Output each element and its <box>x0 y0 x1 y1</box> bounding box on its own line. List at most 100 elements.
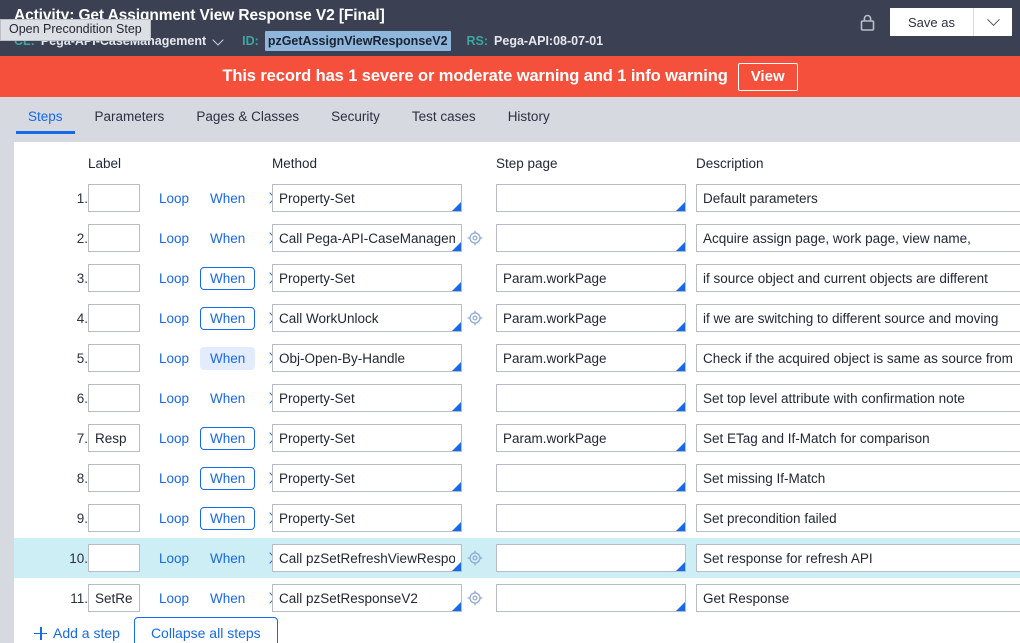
loop-button[interactable]: Loop <box>156 187 192 210</box>
step-page-input[interactable] <box>496 304 686 332</box>
step-label-input[interactable] <box>88 544 140 572</box>
lock-icon[interactable] <box>854 9 880 35</box>
step-number: 8. <box>76 470 88 486</box>
step-label-input[interactable] <box>88 224 140 252</box>
step-page-input[interactable] <box>496 184 686 212</box>
when-button[interactable]: When <box>200 266 256 290</box>
tab-history[interactable]: History <box>492 109 566 134</box>
step-controls-cell: Loop When <box>150 418 272 458</box>
step-label-input[interactable] <box>88 264 140 292</box>
step-description-input[interactable] <box>696 504 1020 532</box>
target-icon[interactable] <box>467 310 483 326</box>
loop-button[interactable]: Loop <box>156 347 192 370</box>
step-label-input[interactable] <box>88 424 140 452</box>
when-button[interactable]: When <box>200 346 256 370</box>
step-page-input[interactable] <box>496 224 686 252</box>
step-label-input[interactable] <box>88 384 140 412</box>
step-description-input[interactable] <box>696 184 1020 212</box>
add-step-button[interactable]: Add a step <box>32 621 122 643</box>
step-description-cell <box>696 178 1020 218</box>
step-label-cell <box>88 338 150 378</box>
step-method-input[interactable] <box>272 224 462 252</box>
step-page-input[interactable] <box>496 344 686 372</box>
step-method-input[interactable] <box>272 264 462 292</box>
step-page-input[interactable] <box>496 584 686 612</box>
step-label-input[interactable] <box>88 344 140 372</box>
target-icon[interactable] <box>467 550 483 566</box>
table-header-row: Label Method Step page Description <box>14 142 1020 178</box>
step-page-cell <box>496 338 696 378</box>
step-page-input[interactable] <box>496 424 686 452</box>
step-method-cell <box>272 218 496 258</box>
step-description-input[interactable] <box>696 224 1020 252</box>
step-method-input[interactable] <box>272 344 462 372</box>
step-page-input[interactable] <box>496 264 686 292</box>
step-label-cell <box>88 218 150 258</box>
step-label-input[interactable] <box>88 464 140 492</box>
step-description-input[interactable] <box>696 344 1020 372</box>
loop-button[interactable]: Loop <box>156 427 192 450</box>
step-number: 7. <box>76 430 88 446</box>
step-method-input[interactable] <box>272 184 462 212</box>
header-spacer <box>14 142 88 178</box>
step-method-input[interactable] <box>272 424 462 452</box>
loop-button[interactable]: Loop <box>156 587 192 610</box>
when-button[interactable]: When <box>200 187 255 210</box>
step-page-input[interactable] <box>496 384 686 412</box>
step-method-input[interactable] <box>272 304 462 332</box>
step-label-input[interactable] <box>88 584 140 612</box>
step-page-input[interactable] <box>496 504 686 532</box>
view-warnings-button[interactable]: View <box>737 62 798 91</box>
steps-table: Label Method Step page Description 1. Loo… <box>14 142 1020 618</box>
loop-button[interactable]: Loop <box>156 227 192 250</box>
step-method-input[interactable] <box>272 544 462 572</box>
loop-button[interactable]: Loop <box>156 267 192 290</box>
step-page-input[interactable] <box>496 464 686 492</box>
step-description-input[interactable] <box>696 384 1020 412</box>
class-chevron-down-icon[interactable] <box>214 35 224 45</box>
when-button[interactable]: When <box>200 387 255 410</box>
step-description-input[interactable] <box>696 424 1020 452</box>
step-page-input[interactable] <box>496 544 686 572</box>
loop-button[interactable]: Loop <box>156 547 192 570</box>
when-button[interactable]: When <box>200 227 255 250</box>
tab-parameters[interactable]: Parameters <box>79 109 181 134</box>
step-description-input[interactable] <box>696 544 1020 572</box>
tab-test-cases[interactable]: Test cases <box>396 109 492 134</box>
step-description-input[interactable] <box>696 304 1020 332</box>
save-as-chevron-down-icon[interactable] <box>974 8 1012 36</box>
when-button[interactable]: When <box>200 506 256 530</box>
loop-button[interactable]: Loop <box>156 307 192 330</box>
step-controls-cell: Loop When <box>150 338 272 378</box>
loop-button[interactable]: Loop <box>156 467 192 490</box>
when-button[interactable]: When <box>200 426 256 450</box>
target-icon[interactable] <box>467 590 483 606</box>
target-icon[interactable] <box>467 230 483 246</box>
step-page-cell <box>496 538 696 578</box>
collapse-all-steps-button[interactable]: Collapse all steps <box>133 617 278 643</box>
step-method-input[interactable] <box>272 464 462 492</box>
tab-pages-classes[interactable]: Pages & Classes <box>180 109 315 134</box>
column-header-method: Method <box>272 156 318 171</box>
step-description-cell <box>696 338 1020 378</box>
step-description-input[interactable] <box>696 264 1020 292</box>
step-description-input[interactable] <box>696 584 1020 612</box>
step-label-input[interactable] <box>88 184 140 212</box>
step-label-input[interactable] <box>88 304 140 332</box>
step-method-input[interactable] <box>272 584 462 612</box>
tab-steps[interactable]: Steps <box>12 109 79 134</box>
step-method-input[interactable] <box>272 504 462 532</box>
step-page-cell <box>496 418 696 458</box>
loop-button[interactable]: Loop <box>156 507 192 530</box>
when-button[interactable]: When <box>200 466 256 490</box>
when-button[interactable]: When <box>200 547 255 570</box>
step-label-input[interactable] <box>88 504 140 532</box>
step-description-input[interactable] <box>696 464 1020 492</box>
tab-security[interactable]: Security <box>315 109 396 134</box>
when-button[interactable]: When <box>200 306 256 330</box>
loop-button[interactable]: Loop <box>156 387 192 410</box>
when-button[interactable]: When <box>200 587 255 610</box>
header-spacer-controls <box>150 142 272 178</box>
save-as-button[interactable]: Save as <box>890 8 974 36</box>
step-method-input[interactable] <box>272 384 462 412</box>
